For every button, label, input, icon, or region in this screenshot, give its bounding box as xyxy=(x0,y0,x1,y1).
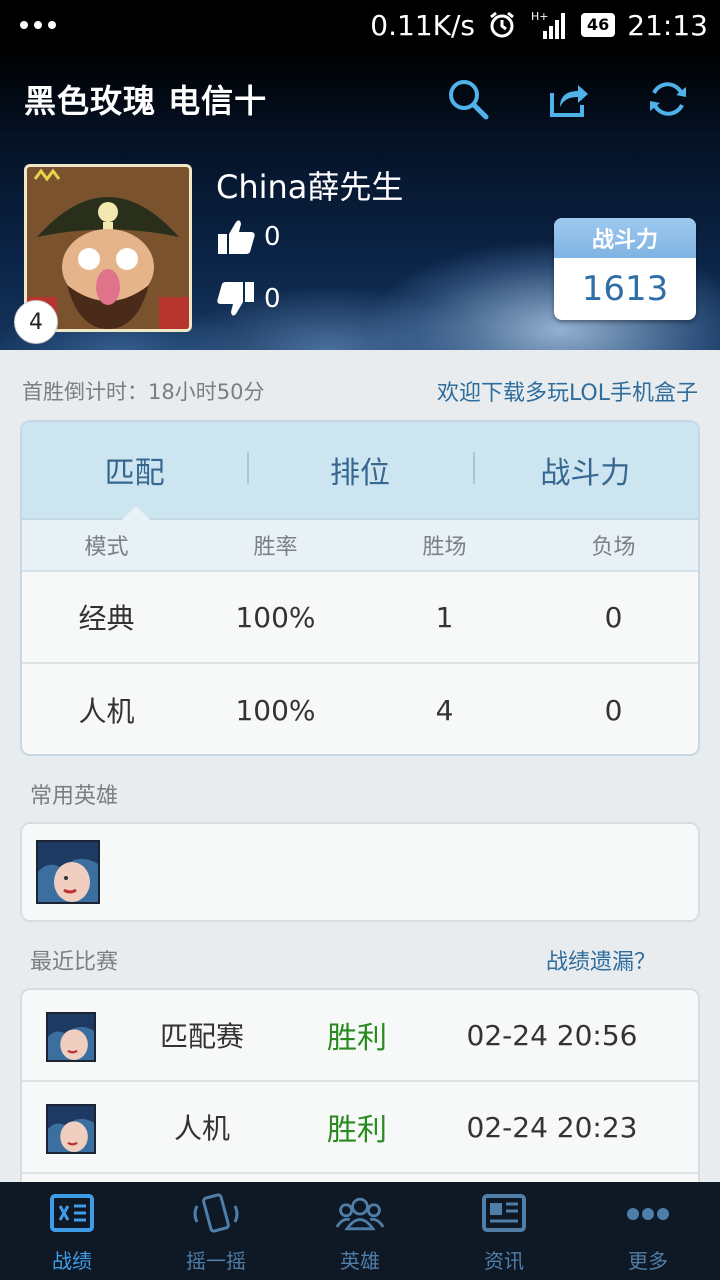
match-row[interactable]: 人机 胜利 02-24 20:23 xyxy=(22,1082,698,1174)
more-icon xyxy=(623,1189,673,1239)
page-title: 黑色玫瑰 电信十 xyxy=(24,82,268,120)
match-type: 人机 xyxy=(173,1112,230,1145)
thumbs-down-icon xyxy=(217,282,254,316)
nav-item-shake[interactable]: 摇一摇 xyxy=(144,1182,288,1280)
column-header: 胜场 xyxy=(422,535,467,560)
news-icon xyxy=(479,1189,529,1239)
column-header: 模式 xyxy=(84,535,129,560)
rate-cell: 100% xyxy=(235,693,316,727)
tab-ranked[interactable]: 排位 xyxy=(247,448,472,492)
nav-item-more[interactable]: 更多 xyxy=(576,1182,720,1280)
bottom-nav: 战绩 摇一摇 英雄 资讯 更多 xyxy=(0,1182,720,1280)
player-name: China薛先生 xyxy=(216,168,404,206)
clock: 21:13 xyxy=(627,8,708,42)
network-type: H+ xyxy=(531,10,549,23)
first-win-countdown: 首胜倒计时：18小时50分 xyxy=(22,380,265,404)
losses-cell: 0 xyxy=(604,600,623,634)
wins-cell: 1 xyxy=(435,600,454,634)
missing-record-link[interactable]: 战绩遗漏？ xyxy=(546,944,656,976)
dislike-button[interactable]: 0 xyxy=(216,280,281,318)
stats-header: 模式 胜率 胜场 负场 xyxy=(22,520,698,572)
column-header: 胜率 xyxy=(253,535,298,560)
nav-label: 摇一摇 xyxy=(186,1248,246,1273)
table-row: 人机 100% 4 0 xyxy=(22,664,698,754)
hero-avatar-icon xyxy=(46,1012,96,1062)
match-result: 胜利 xyxy=(327,1021,387,1056)
status-bar: 0.11K/s H+ 46 21:13 xyxy=(0,0,720,50)
hero-avatar-icon[interactable] xyxy=(36,840,100,904)
match-row[interactable]: 匹配赛 胜利 02-24 20:56 xyxy=(22,990,698,1082)
nav-item-records[interactable]: 战绩 xyxy=(0,1182,144,1280)
table-row: 经典 100% 1 0 xyxy=(22,572,698,664)
match-result: 胜利 xyxy=(327,1113,387,1148)
nav-label: 战绩 xyxy=(52,1248,92,1273)
mode-cell: 人机 xyxy=(78,695,135,728)
record-icon xyxy=(47,1189,97,1239)
refresh-icon[interactable] xyxy=(640,71,696,127)
stats-card: 匹配 排位 战斗力 模式 胜率 胜场 负场 经典 100% 1 0 人机 100… xyxy=(20,420,700,756)
match-time: 02-24 20:23 xyxy=(466,1110,638,1144)
like-button[interactable]: 0 xyxy=(216,218,281,256)
battery-icon: 46 xyxy=(581,13,616,37)
power-value: 1613 xyxy=(581,269,669,309)
download-link[interactable]: 欢迎下载多玩LOL手机盒子 xyxy=(437,375,698,407)
nav-label: 资讯 xyxy=(484,1248,524,1273)
tab-power[interactable]: 战斗力 xyxy=(472,448,698,492)
stats-tabs: 匹配 排位 战斗力 xyxy=(22,422,698,520)
heroes-card xyxy=(20,822,700,922)
power-card[interactable]: 战斗力 1613 xyxy=(554,218,696,320)
match-type: 匹配赛 xyxy=(159,1020,244,1053)
search-icon[interactable] xyxy=(440,71,496,127)
info-line: 首胜倒计时：18小时50分 欢迎下载多玩LOL手机盒子 xyxy=(22,370,698,412)
mode-cell: 经典 xyxy=(78,602,135,635)
rate-cell: 100% xyxy=(235,600,316,634)
active-tab-pointer xyxy=(122,506,150,520)
shake-icon xyxy=(191,1189,241,1239)
wins-cell: 4 xyxy=(435,693,454,727)
like-count: 0 xyxy=(264,222,281,252)
nav-item-news[interactable]: 资讯 xyxy=(432,1182,576,1280)
nav-label: 英雄 xyxy=(340,1248,380,1273)
thumbs-up-icon xyxy=(218,220,255,254)
app-bar: 黑色玫瑰 电信十 xyxy=(0,50,720,148)
section-title-heroes: 常用英雄 xyxy=(30,784,119,809)
dislike-count: 0 xyxy=(264,284,281,314)
matches-list: 匹配赛 胜利 02-24 20:56 人机 胜利 02-24 20:23 xyxy=(20,988,700,1188)
match-time: 02-24 20:56 xyxy=(466,1018,638,1052)
signal-icon: H+ xyxy=(529,9,569,41)
tab-match[interactable]: 匹配 xyxy=(22,448,247,492)
heroes-icon xyxy=(335,1189,385,1239)
level-badge: 4 xyxy=(14,300,58,344)
losses-cell: 0 xyxy=(604,693,623,727)
power-label: 战斗力 xyxy=(554,218,696,258)
profile-header: 黑色玫瑰 电信十 4 China薛先生 0 0 战斗力 1613 xyxy=(0,50,720,350)
network-speed: 0.11K/s xyxy=(370,8,476,42)
notification-dots-icon xyxy=(20,21,56,29)
hero-avatar-icon xyxy=(46,1104,96,1154)
pirate-avatar-icon xyxy=(27,167,189,329)
column-header: 负场 xyxy=(591,535,636,560)
alarm-icon xyxy=(487,10,517,40)
nav-label: 更多 xyxy=(628,1248,668,1273)
share-icon[interactable] xyxy=(540,71,596,127)
section-title-matches: 最近比赛 xyxy=(30,950,119,975)
nav-item-heroes[interactable]: 英雄 xyxy=(288,1182,432,1280)
